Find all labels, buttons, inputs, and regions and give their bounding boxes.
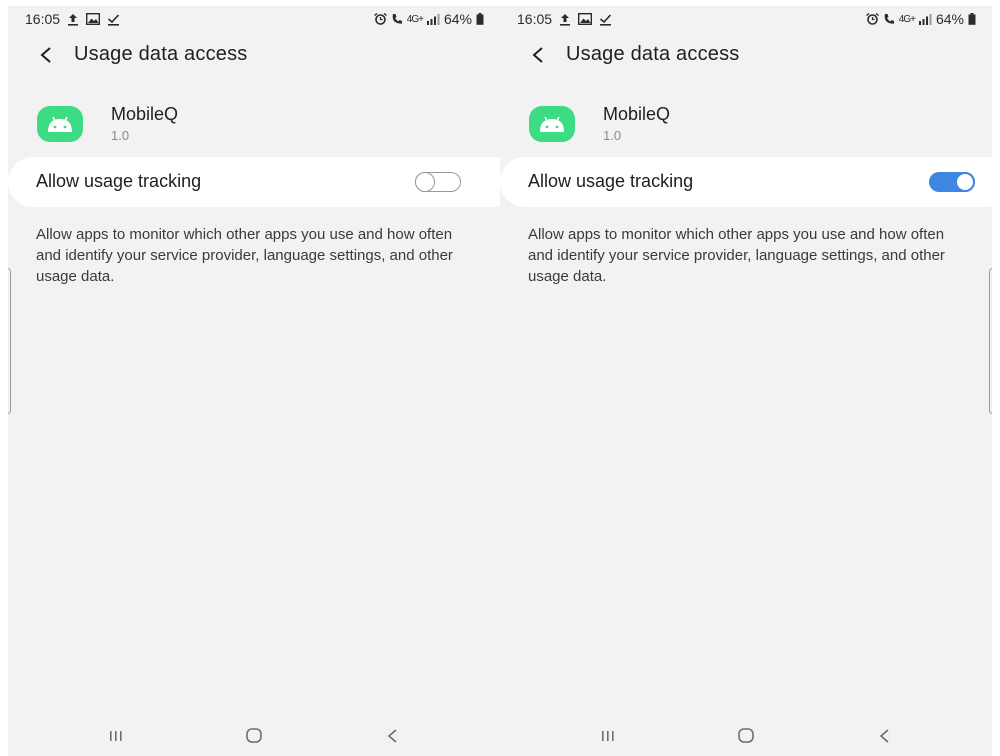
status-bar: 16:05 4G+ 64% <box>8 6 500 34</box>
app-name: MobileQ <box>603 104 671 124</box>
back-icon[interactable] <box>379 724 407 748</box>
home-icon[interactable] <box>240 724 268 748</box>
back-arrow-icon[interactable] <box>36 42 56 68</box>
switch-knob <box>955 172 975 192</box>
home-icon[interactable] <box>732 724 760 748</box>
allow-usage-tracking-row[interactable]: Allow usage tracking <box>500 157 992 207</box>
status-time: 16:05 <box>517 11 553 27</box>
recent-apps-icon[interactable] <box>102 724 130 748</box>
upload-icon <box>559 13 571 26</box>
allow-usage-tracking-row[interactable]: Allow usage tracking <box>8 157 500 207</box>
android-app-icon <box>37 106 83 142</box>
alarm-icon <box>373 13 387 25</box>
android-app-icon <box>529 106 575 142</box>
page-title: Usage data access <box>566 43 740 65</box>
page-title: Usage data access <box>74 43 248 65</box>
description-text: Allow apps to monitor which other apps y… <box>528 226 945 285</box>
download-done-icon <box>599 13 612 26</box>
signal-icon <box>426 13 440 25</box>
navigation-bar <box>8 716 500 756</box>
signal-icon <box>918 13 932 25</box>
call-icon <box>391 13 403 25</box>
header: Usage data access <box>500 38 992 74</box>
usage-tracking-switch[interactable] <box>929 172 975 192</box>
back-arrow-icon[interactable] <box>528 42 548 68</box>
battery-icon <box>476 13 484 25</box>
battery-percent: 64% <box>443 11 472 27</box>
navigation-bar <box>500 716 992 756</box>
app-info: MobileQ 1.0 <box>500 98 992 148</box>
back-icon[interactable] <box>871 724 899 748</box>
toggle-label: Allow usage tracking <box>36 171 202 191</box>
status-time: 16:05 <box>25 11 61 27</box>
switch-knob <box>415 171 435 192</box>
description-text: Allow apps to monitor which other apps y… <box>36 226 453 285</box>
call-icon <box>883 13 895 25</box>
gallery-icon <box>86 13 101 25</box>
app-name: MobileQ <box>111 104 179 124</box>
download-done-icon <box>107 13 120 26</box>
app-version: 1.0 <box>111 128 130 143</box>
alarm-icon <box>865 13 879 25</box>
header: Usage data access <box>8 38 500 74</box>
toggle-label: Allow usage tracking <box>528 171 694 191</box>
network-4g-icon: 4G+ <box>406 13 424 25</box>
phone-screen-left: 16:05 4G+ 64% Usage data access MobileQ … <box>8 6 500 756</box>
upload-icon <box>67 13 79 26</box>
gallery-icon <box>578 13 593 25</box>
network-4g-icon: 4G+ <box>898 13 916 25</box>
recent-apps-icon[interactable] <box>594 724 622 748</box>
usage-tracking-switch[interactable] <box>415 171 461 192</box>
phone-screen-right: 16:05 4G+ 64% Usage data access MobileQ … <box>500 6 992 756</box>
status-bar: 16:05 4G+ 64% <box>500 6 992 34</box>
battery-icon <box>968 13 976 25</box>
battery-percent: 64% <box>935 11 964 27</box>
app-version: 1.0 <box>603 128 622 143</box>
app-info: MobileQ 1.0 <box>8 98 500 148</box>
scroll-edge-indicator <box>8 268 11 414</box>
scroll-edge-indicator <box>989 268 992 414</box>
